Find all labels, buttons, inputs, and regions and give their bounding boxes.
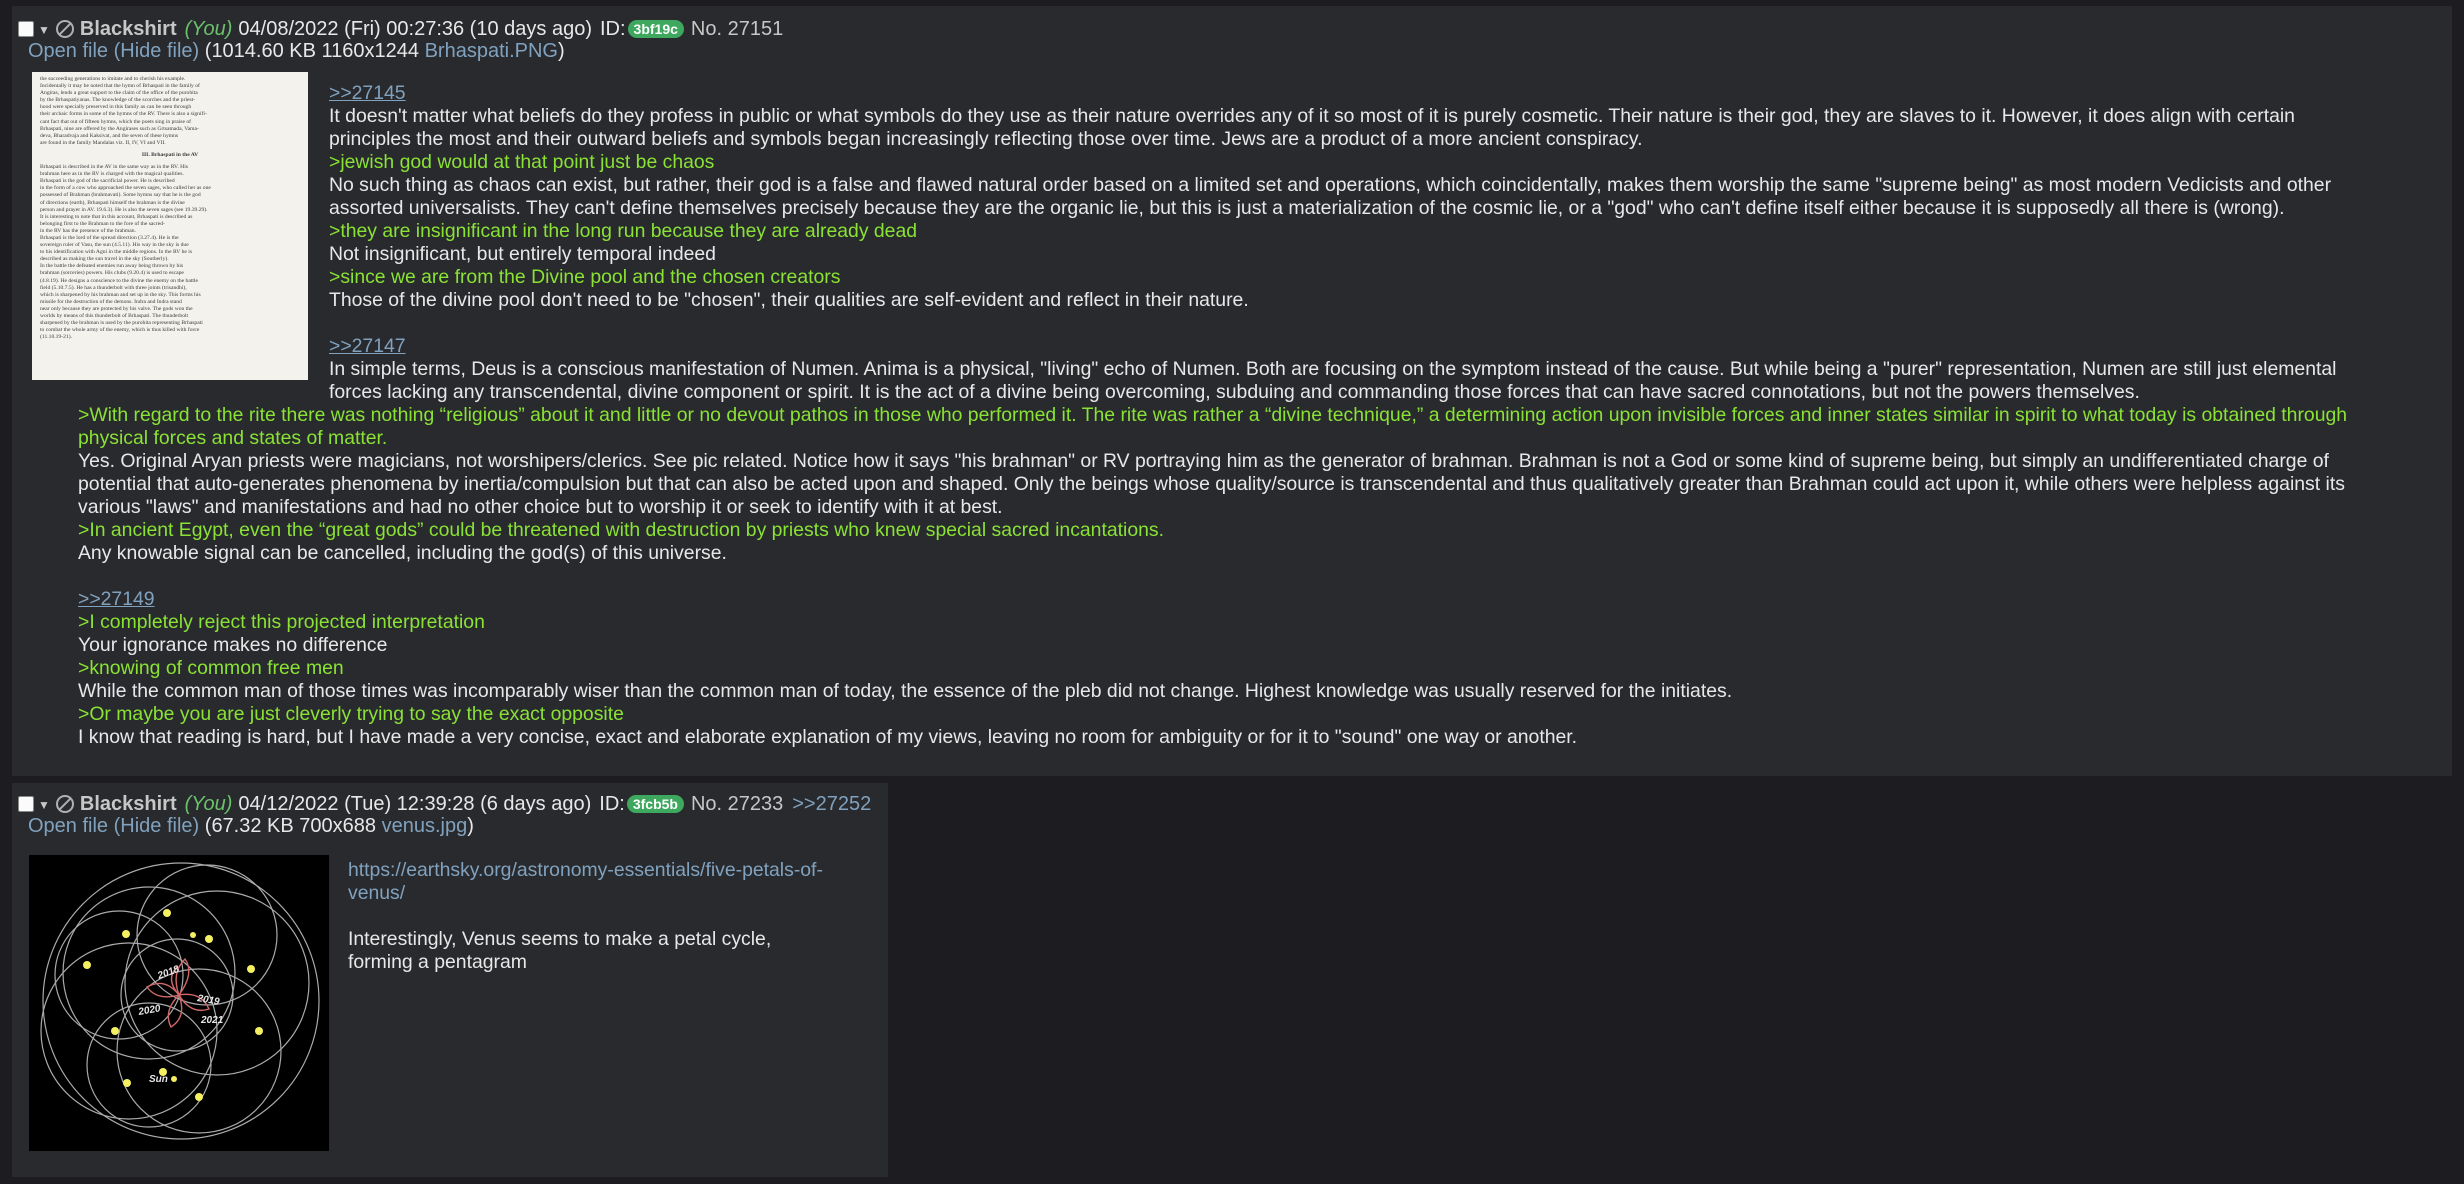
post-date: 04/12/2022 (Tue) 12:39:28 (6 days ago) (238, 792, 592, 815)
post-paragraph: No such thing as chaos can exist, but ra… (329, 174, 2332, 196)
poster-name: Blackshirt (79, 792, 177, 815)
scan-text-line: of directions (earth), Brhaspati himself… (40, 199, 185, 206)
year-label: 2018 (155, 964, 181, 982)
file-name-link[interactable]: venus.jpg (382, 815, 468, 837)
scan-text-line: belonging first to the Brahman to the fo… (40, 220, 165, 227)
post-paragraph: forces lacking any transcendental, divin… (329, 381, 2140, 403)
post-paragraph: Those of the divine pool don't need to b… (329, 289, 1249, 311)
post-number[interactable]: No. 27151 (691, 18, 783, 41)
post-paragraph: assorted universalists. They can't defin… (329, 197, 2285, 219)
scanned-book-page: the succeeding generations to imitate an… (40, 76, 300, 376)
hide-post-icon[interactable] (55, 20, 74, 38)
brhaspati-thumbnail[interactable]: the succeeding generations to imitate an… (32, 72, 308, 380)
year-label: 2019 (195, 993, 220, 1008)
file-name-link[interactable]: Brhaspati.PNG (425, 40, 558, 62)
quote-link[interactable]: >>27147 (329, 335, 406, 357)
scan-text-line: Brhaspati is the lord of the spread dire… (40, 234, 179, 241)
venus-pentagram-thumbnail[interactable]: Sun 2018 2019 2020 2021 (29, 855, 329, 1151)
scan-text-line: missile for the destruction of the demon… (40, 298, 182, 305)
scan-text-line: Brhaspati is described in the AV in the … (40, 164, 188, 171)
year-label: 2020 (137, 1003, 162, 1018)
scan-text-line: are found in the family Mandalas viz. II… (40, 139, 166, 146)
post-paragraph: Yes. Original Aryan priests were magicia… (78, 450, 2329, 472)
greentext: >I completely reject this projected inte… (78, 611, 485, 633)
external-link[interactable]: venus/ (348, 882, 868, 905)
venus-orbit-diagram: Sun 2018 2019 2020 2021 (40, 862, 320, 1140)
poster-id-badge[interactable]: 3bf19c (627, 20, 684, 38)
file-info: Open file (Hide file) (1014.60 KB 1160x1… (28, 40, 565, 63)
post-paragraph: It doesn't matter what beliefs do they p… (329, 105, 2295, 127)
greentext: >they are insignificant in the long run … (329, 220, 918, 242)
post-paragraph: Interestingly, Venus seems to make a pet… (348, 928, 772, 950)
post-paragraph: I know that reading is hard, but I have … (78, 726, 1578, 748)
id-label: ID: (599, 792, 625, 815)
greentext: >jewish god would at that point just be … (329, 151, 715, 173)
post-paragraph: principles the most and their outward be… (329, 128, 1643, 150)
select-checkbox[interactable] (18, 796, 34, 812)
hide-post-icon[interactable] (55, 795, 74, 813)
scan-text-line: worlds by means of this thunderbolt of B… (40, 313, 189, 319)
you-marker: (You) (184, 792, 233, 815)
post-paragraph: In simple terms, Deus is a conscious man… (329, 358, 2337, 380)
select-checkbox[interactable] (18, 21, 34, 37)
reply-backlink[interactable]: >>27252 (792, 793, 871, 816)
file-info: Open file (Hide file) (67.32 KB 700x688 … (28, 815, 474, 838)
scan-text-line: near only because they are protected by … (40, 305, 193, 312)
post-body-lower: >With regard to the rite there was nothi… (78, 404, 2448, 749)
file-meta: 1014.60 KB 1160x1244 (211, 40, 420, 62)
post-number[interactable]: No. 27233 (691, 793, 783, 816)
scan-text-line: in the RV has the presence of the brahma… (40, 227, 136, 234)
year-label: 2021 (200, 1015, 224, 1026)
post-paragraph: forming a pentagram (348, 951, 527, 973)
chevron-down-icon[interactable]: ▼ (38, 798, 50, 812)
greentext: >since we are from the Divine pool and t… (329, 266, 841, 288)
open-file-link[interactable]: Open file (28, 815, 108, 837)
sun-label: Sun (149, 1074, 168, 1085)
post-body: >>27145 It doesn't matter what beliefs d… (329, 82, 2439, 404)
post-paragraph: various "laws" and manifestations and ha… (78, 496, 1003, 518)
file-meta: 67.32 KB 700x688 (211, 815, 377, 837)
post-27233: ▼ Blackshirt (You) 04/12/2022 (Tue) 12:3… (12, 783, 888, 1177)
scan-text-line: It is interesting to note that in this a… (40, 213, 193, 220)
scan-text-line: III. Brhaspati in the AV (141, 151, 199, 158)
poster-name: Blackshirt (79, 17, 177, 40)
file-meta-close: ) (557, 40, 565, 62)
scan-text-line: Brhaspati, nine are offered by the Angir… (40, 125, 199, 132)
post-paragraph: Any knowable signal can be cancelled, in… (78, 542, 727, 564)
scan-text-line: cant fact that out of fifteen hymns, whi… (40, 118, 191, 125)
scan-text-line: possessed of Brahman (brahmavati). Some … (40, 192, 201, 199)
greentext: >Or maybe you are just cleverly trying t… (78, 703, 624, 725)
greentext: >In ancient Egypt, even the “great gods”… (78, 519, 1164, 541)
quote-link[interactable]: >>27149 (78, 588, 155, 610)
post-paragraph: Your ignorance makes no difference (78, 634, 388, 656)
hide-file-link[interactable]: (Hide file) (114, 815, 200, 837)
scan-text-line: deva, Bharadvaja and Kaksivat, and the s… (40, 132, 179, 139)
poster-id-badge[interactable]: 3fcb5b (626, 795, 684, 813)
id-label: ID: (599, 17, 626, 40)
scan-text-line: (11.10.19-21). (40, 334, 72, 341)
external-link[interactable]: https://earthsky.org/astronomy-essential… (348, 859, 868, 882)
post-paragraph: potential that auto-generates phenomena … (78, 473, 2345, 495)
scan-text-line: person and prayer in AV. 19.6.3). He is … (40, 206, 208, 213)
post-27151: ▼ Blackshirt (You) 04/08/2022 (Fri) 00:2… (12, 6, 2452, 776)
post-body: https://earthsky.org/astronomy-essential… (348, 859, 868, 974)
greentext: physical forces and states of matter. (78, 427, 388, 449)
open-file-link[interactable]: Open file (28, 40, 108, 62)
chevron-down-icon[interactable]: ▼ (38, 23, 50, 37)
file-meta-close: ) (467, 815, 474, 837)
scan-text-line: brahman (sorceries) powers. His clubs (9… (40, 270, 184, 277)
post-date: 04/08/2022 (Fri) 00:27:36 (10 days ago) (238, 17, 592, 40)
quote-link[interactable]: >>27145 (329, 82, 406, 104)
scan-text-line: which is sharpened by his brahman and se… (40, 291, 201, 298)
hide-file-link[interactable]: (Hide file) (114, 40, 200, 62)
post-paragraph: Not insignificant, but entirely temporal… (329, 243, 716, 265)
greentext: >With regard to the rite there was nothi… (78, 404, 2348, 426)
post-paragraph: While the common man of those times was … (78, 680, 1733, 702)
scan-text-line: their archaic forms in some of the hymns… (40, 111, 207, 118)
greentext: >knowing of common free men (78, 657, 344, 679)
scan-text-line: (4.8.19). He designs a conscience to the… (40, 277, 198, 284)
you-marker: (You) (184, 17, 233, 40)
scan-text-line: to combat the whole army of the enemy, w… (40, 327, 200, 334)
scan-text-line: field (5.10.7.5). He has a thunderbolt w… (40, 284, 187, 291)
